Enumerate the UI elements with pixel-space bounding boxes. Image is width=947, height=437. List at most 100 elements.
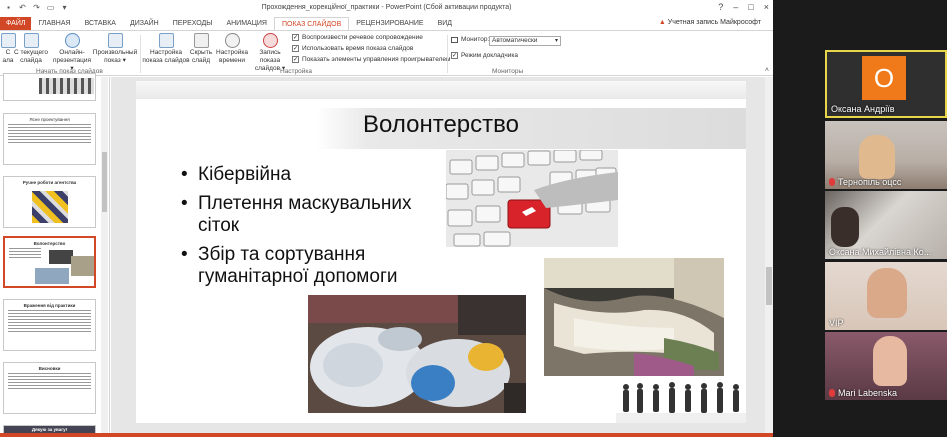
- participant-name: VIP: [829, 318, 844, 328]
- tab-transitions[interactable]: ПЕРЕХОДЫ: [166, 17, 220, 30]
- group-label-monitors: Мониторы: [492, 68, 524, 75]
- collapse-ribbon-icon[interactable]: ˄: [765, 67, 769, 74]
- checkbox-checked: ✓: [292, 56, 299, 63]
- from-current-slide-button[interactable]: С текущего слайда: [14, 33, 48, 65]
- bullet-item: Плетення маскувальних сіток: [181, 193, 426, 237]
- setup-slideshow-button[interactable]: Настройка показа слайдов: [142, 33, 190, 65]
- minimize-button[interactable]: –: [733, 2, 738, 12]
- slide-thumbnail[interactable]: Ясне проектування: [3, 113, 96, 165]
- custom-slideshow-button[interactable]: Произвольный показ ▾: [92, 33, 138, 65]
- record-slideshow-button[interactable]: Запись показа слайдов ▾: [250, 33, 290, 73]
- slide-editing-area: Волонтерство Кібервійна Плетення маскува…: [111, 77, 773, 433]
- hide-slide-icon: [193, 33, 209, 48]
- use-timings-checkbox[interactable]: ✓ Использовать время показа слайдов: [292, 45, 413, 52]
- powerpoint-window: ▪ ↶ ↷ ▭ ▾ Прохождення_корекційної_практи…: [0, 0, 773, 437]
- slide-thumbnail[interactable]: Ручне роботи агентства: [3, 176, 96, 228]
- nets-illustration: [544, 258, 724, 376]
- slide-thumbnail-current[interactable]: Волонтерство: [3, 236, 96, 288]
- tab-review[interactable]: РЕЦЕНЗИРОВАНИЕ: [349, 17, 430, 30]
- thumbnail-image: [32, 191, 68, 223]
- chevron-down-icon: ▾: [554, 38, 558, 44]
- slide-title[interactable]: Волонтерство: [286, 111, 596, 139]
- avatar: О: [862, 56, 906, 100]
- account-label[interactable]: ▲ Учетная запись Майкрософт: [659, 19, 761, 26]
- keyboard-illustration: [446, 150, 618, 247]
- participant-tile[interactable]: Оксана Михайлівна Ко...: [825, 191, 947, 259]
- slide-thumbnail[interactable]: [3, 73, 96, 101]
- play-narrations-checkbox[interactable]: ✓ Воспроизвести речевое сопровождение: [292, 34, 423, 41]
- maximize-button[interactable]: □: [748, 2, 753, 12]
- tab-home[interactable]: ГЛАВНАЯ: [31, 17, 77, 30]
- group-label-setup: Настройка: [280, 68, 312, 75]
- scrollbar-thumb[interactable]: [102, 152, 107, 212]
- checkbox-checked: ✓: [451, 52, 458, 59]
- checkbox-checked: ✓: [292, 45, 299, 52]
- camouflage-nets-photo[interactable]: [544, 258, 724, 376]
- show-media-controls-checkbox[interactable]: ✓ Показать элементы управления проигрыва…: [292, 56, 450, 63]
- ribbon: С ала С текущего слайда Онлайн- презента…: [0, 30, 773, 76]
- monitor-icon: [451, 36, 458, 43]
- people-icon: [616, 379, 746, 423]
- participant-video: [867, 268, 907, 318]
- title-bar: ▪ ↶ ↷ ▭ ▾ Прохождення_корекційної_практи…: [0, 0, 773, 17]
- muted-mic-icon: [829, 389, 835, 397]
- slide-scrollbar[interactable]: [765, 77, 773, 433]
- participant-tile-active[interactable]: О Оксана Андріїв: [825, 50, 947, 118]
- muted-mic-icon: [829, 178, 835, 186]
- aid-bags-illustration: [308, 295, 526, 413]
- rehearse-timings-button[interactable]: Настройка времени: [215, 33, 249, 65]
- globe-icon: [64, 33, 80, 48]
- tab-slide-show[interactable]: ПОКАЗ СЛАЙДОВ: [273, 17, 350, 30]
- participant-tile[interactable]: VIP: [825, 262, 947, 330]
- participant-video: [873, 336, 907, 386]
- thumbnail-image: [49, 250, 73, 264]
- window-title: Прохождення_корекційної_практики - Power…: [261, 4, 512, 11]
- tab-animations[interactable]: АНИМАЦИЯ: [219, 17, 274, 30]
- people-silhouettes-graphic: [616, 379, 746, 423]
- status-bar: [0, 433, 773, 437]
- scrollbar-thumb[interactable]: [766, 267, 772, 305]
- participant-video: [831, 207, 859, 247]
- timer-icon: [224, 33, 240, 48]
- participant-name: Оксана Андріїв: [831, 104, 895, 114]
- slide-thumbnails-pane: Ясне проектування Ручне роботи агентства…: [0, 73, 110, 437]
- slide-top-band: [136, 81, 746, 99]
- record-icon: [262, 33, 278, 48]
- help-button[interactable]: ?: [718, 2, 723, 12]
- slide-thumbnail[interactable]: Висновки: [3, 362, 96, 414]
- monitor-select[interactable]: Автоматически ▾: [489, 36, 561, 46]
- bullet-list[interactable]: Кібервійна Плетення маскувальних сіток З…: [181, 164, 426, 295]
- monitor-label: Монитор:: [451, 36, 489, 43]
- online-present-button[interactable]: Онлайн- презентация ▾: [52, 33, 92, 73]
- window-controls: ? – □ ×: [718, 2, 769, 12]
- thumbnails-scrollbar[interactable]: [101, 77, 108, 433]
- participant-name: Тернопіль оцсс: [838, 177, 902, 187]
- current-slide[interactable]: Волонтерство Кібервійна Плетення маскува…: [136, 81, 746, 423]
- thumbnail-image: [39, 78, 94, 94]
- keyboard-photo[interactable]: [446, 150, 618, 247]
- tab-design[interactable]: ДИЗАЙН: [123, 17, 166, 30]
- participant-name: Mari Labenska: [838, 388, 898, 398]
- hide-slide-button[interactable]: Скрыть слайд: [188, 33, 214, 65]
- participant-tile[interactable]: Mari Labenska: [825, 332, 947, 400]
- tab-insert[interactable]: ВСТАВКА: [78, 17, 123, 30]
- tab-view[interactable]: ВИД: [431, 17, 459, 30]
- participant-name: Оксана Михайлівна Ко...: [829, 247, 932, 257]
- close-button[interactable]: ×: [764, 2, 769, 12]
- thumbnail-image: [35, 268, 69, 284]
- participant-tile[interactable]: Тернопіль оцсс: [825, 121, 947, 189]
- warning-icon: ▲: [658, 19, 666, 26]
- thumbnail-image: [71, 256, 94, 276]
- slide-thumbnail[interactable]: Враження від практики: [3, 299, 96, 351]
- participant-video: [859, 135, 895, 179]
- checkbox-checked: ✓: [292, 34, 299, 41]
- setup-slideshow-icon: [158, 33, 174, 48]
- ribbon-separator: [447, 35, 448, 73]
- bullet-item: Кібервійна: [181, 164, 426, 186]
- bullet-item: Збір та сортування гуманітарної допомоги: [181, 244, 406, 288]
- presenter-view-checkbox[interactable]: ✓ Режим докладчика: [451, 52, 518, 59]
- ribbon-separator: [140, 35, 141, 73]
- tab-file[interactable]: ФАЙЛ: [0, 17, 32, 30]
- humanitarian-aid-photo[interactable]: [308, 295, 526, 413]
- custom-show-icon: [107, 33, 123, 48]
